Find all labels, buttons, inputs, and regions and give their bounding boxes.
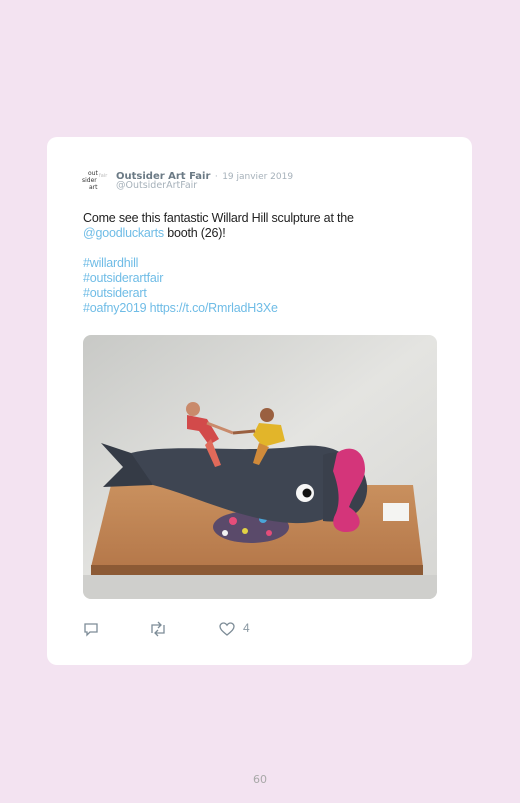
tweet-body-line: Come see this fantastic Willard Hill scu…	[83, 211, 413, 241]
hashtag-link[interactable]: #willardhill	[83, 256, 413, 271]
tweet-card: out sider art fair Outsider Art Fair · 1…	[47, 137, 472, 665]
avatar-line-4: fair	[99, 173, 108, 179]
mention-link[interactable]: @goodluckarts	[83, 226, 164, 240]
header-separator: ·	[214, 172, 218, 182]
avatar-line-3: art	[89, 184, 98, 191]
tweet-text: Come see this fantastic Willard Hill scu…	[83, 211, 413, 316]
hashtag-link[interactable]: #outsiderartfair	[83, 271, 413, 286]
tweet-actions: 4	[83, 621, 333, 637]
sculpture-photo	[83, 335, 437, 599]
tweet-photo[interactable]	[83, 335, 437, 599]
retweet-icon[interactable]	[149, 621, 167, 642]
reply-icon[interactable]	[83, 621, 99, 642]
hashtag-link[interactable]: #outsiderart	[83, 286, 413, 301]
tweet-text-before: Come see this fantastic Willard Hill scu…	[83, 211, 354, 225]
heart-icon[interactable]	[219, 621, 235, 642]
author-handle[interactable]: @OutsiderArtFair	[116, 180, 197, 191]
hashtag-link[interactable]: #oafny2019	[83, 301, 147, 315]
page-number: 60	[253, 773, 267, 786]
short-url-link[interactable]: https://t.co/RmrladH3Xe	[150, 301, 278, 315]
avatar[interactable]: out sider art fair	[82, 170, 112, 192]
hashtag-and-url-line: #oafny2019 https://t.co/RmrladH3Xe	[83, 301, 413, 316]
tweet-text-after: booth (26)!	[163, 226, 226, 240]
like-count: 4	[243, 621, 250, 635]
tweet-date[interactable]: 19 janvier 2019	[222, 172, 293, 182]
